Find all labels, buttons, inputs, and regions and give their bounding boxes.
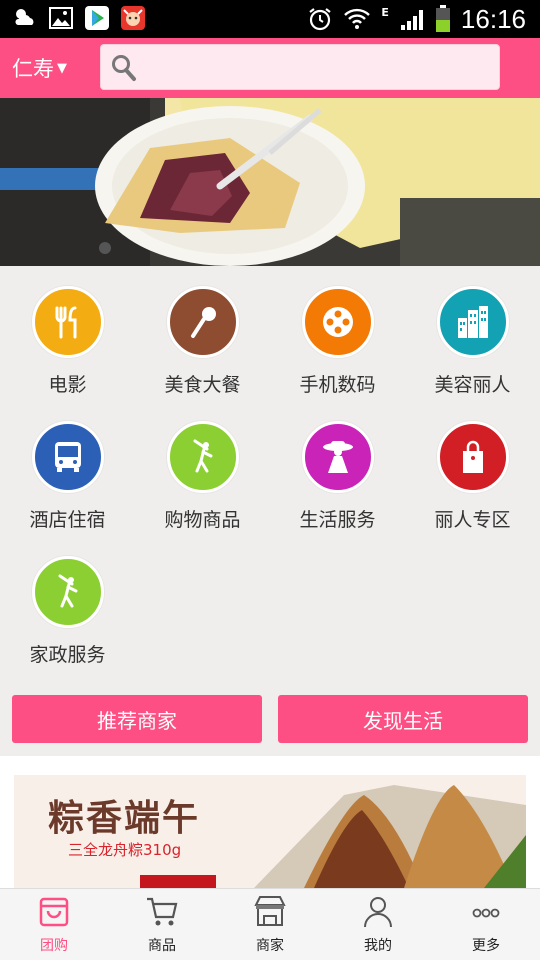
category-label: 电影	[48, 374, 87, 396]
nav-label: 我的	[364, 938, 392, 954]
city-selector[interactable]: 仁寿 ▼	[12, 53, 67, 83]
city-name: 仁寿	[12, 57, 54, 81]
category-item[interactable]: 美容丽人	[405, 272, 540, 396]
nav-item[interactable]: 更多	[432, 889, 540, 960]
golfer-icon	[193, 439, 213, 473]
system-indicators: E 16:16	[307, 2, 526, 36]
person-icon	[364, 897, 392, 928]
signal-icon	[400, 10, 423, 30]
category-icon-circle	[437, 421, 509, 493]
shopping-bag-icon	[463, 440, 483, 473]
alarm-icon	[309, 8, 332, 31]
promo-banner[interactable]: 粽香端午 三全龙舟粽310g	[14, 775, 526, 888]
category-item[interactable]: 电影	[0, 272, 135, 396]
more-icon	[472, 908, 500, 918]
promo-tag	[140, 875, 216, 888]
golfer-icon	[58, 574, 78, 608]
search-input[interactable]	[147, 51, 487, 83]
gallery-icon	[49, 7, 73, 29]
status-bar: E 16:16	[0, 0, 540, 38]
nav-item[interactable]: 商家	[216, 889, 324, 960]
category-label: 家政服务	[29, 644, 106, 666]
category-label: 手机数码	[299, 374, 376, 396]
clock: 16:16	[460, 3, 526, 34]
category-icon-circle	[167, 286, 239, 358]
cart-icon	[147, 897, 178, 926]
category-label: 丽人专区	[434, 509, 511, 531]
category-item[interactable]: 丽人专区	[405, 407, 540, 531]
category-icon-circle	[302, 421, 374, 493]
caret-down-icon: ▼	[57, 60, 67, 76]
category-icon-circle	[437, 286, 509, 358]
microphone-icon	[191, 307, 216, 338]
nav-label: 商家	[256, 938, 284, 954]
category-label: 美食大餐	[164, 374, 241, 396]
search-icon	[112, 55, 136, 81]
category-label: 购物商品	[164, 509, 241, 531]
category-icon-circle	[302, 286, 374, 358]
lady-hat-icon	[323, 441, 353, 473]
category-icon-circle	[167, 421, 239, 493]
bag-icon	[39, 897, 69, 927]
nav-label: 团购	[40, 938, 68, 954]
category-item[interactable]: 酒店住宿	[0, 407, 135, 531]
category-item[interactable]: 手机数码	[270, 272, 405, 396]
nav-label: 商品	[148, 938, 176, 954]
app-icon	[121, 6, 145, 30]
top-bar: 仁寿 ▼	[0, 38, 540, 98]
buildings-icon	[458, 306, 488, 338]
promo-subtitle: 三全龙舟粽310g	[68, 841, 182, 859]
network-type: E	[381, 5, 389, 19]
notification-icons	[12, 5, 146, 31]
category-item[interactable]: 购物商品	[135, 407, 270, 531]
category-label: 酒店住宿	[29, 509, 106, 531]
nav-item[interactable]: 团购	[0, 889, 108, 960]
nav-item[interactable]: 我的	[324, 889, 432, 960]
wifi-icon	[344, 8, 371, 29]
category-item[interactable]: 生活服务	[270, 407, 405, 531]
store-icon	[254, 896, 286, 926]
category-item[interactable]: 美食大餐	[135, 272, 270, 396]
nav-item[interactable]: 商品	[108, 889, 216, 960]
recommend-merchants-button[interactable]: 推荐商家	[12, 695, 262, 743]
banner-carousel[interactable]	[0, 98, 540, 266]
banner-image	[0, 98, 540, 266]
category-icon-circle	[32, 421, 104, 493]
search-box[interactable]	[100, 44, 500, 90]
play-store-icon	[85, 6, 109, 30]
category-icon-circle	[32, 286, 104, 358]
weather-icon	[15, 9, 34, 25]
fork-knife-icon	[55, 306, 77, 339]
bus-icon	[55, 442, 81, 472]
promo-title: 粽香端午	[48, 797, 201, 839]
battery-icon	[435, 5, 450, 32]
category-label: 美容丽人	[434, 374, 511, 396]
bottom-nav: 团购 商品 商家 我的 更多	[0, 888, 540, 960]
nav-label: 更多	[472, 938, 500, 954]
film-reel-icon	[323, 307, 353, 337]
category-label: 生活服务	[299, 509, 376, 531]
category-item[interactable]: 家政服务	[0, 542, 135, 666]
discover-life-button[interactable]: 发现生活	[278, 695, 528, 743]
category-icon-circle	[32, 556, 104, 628]
